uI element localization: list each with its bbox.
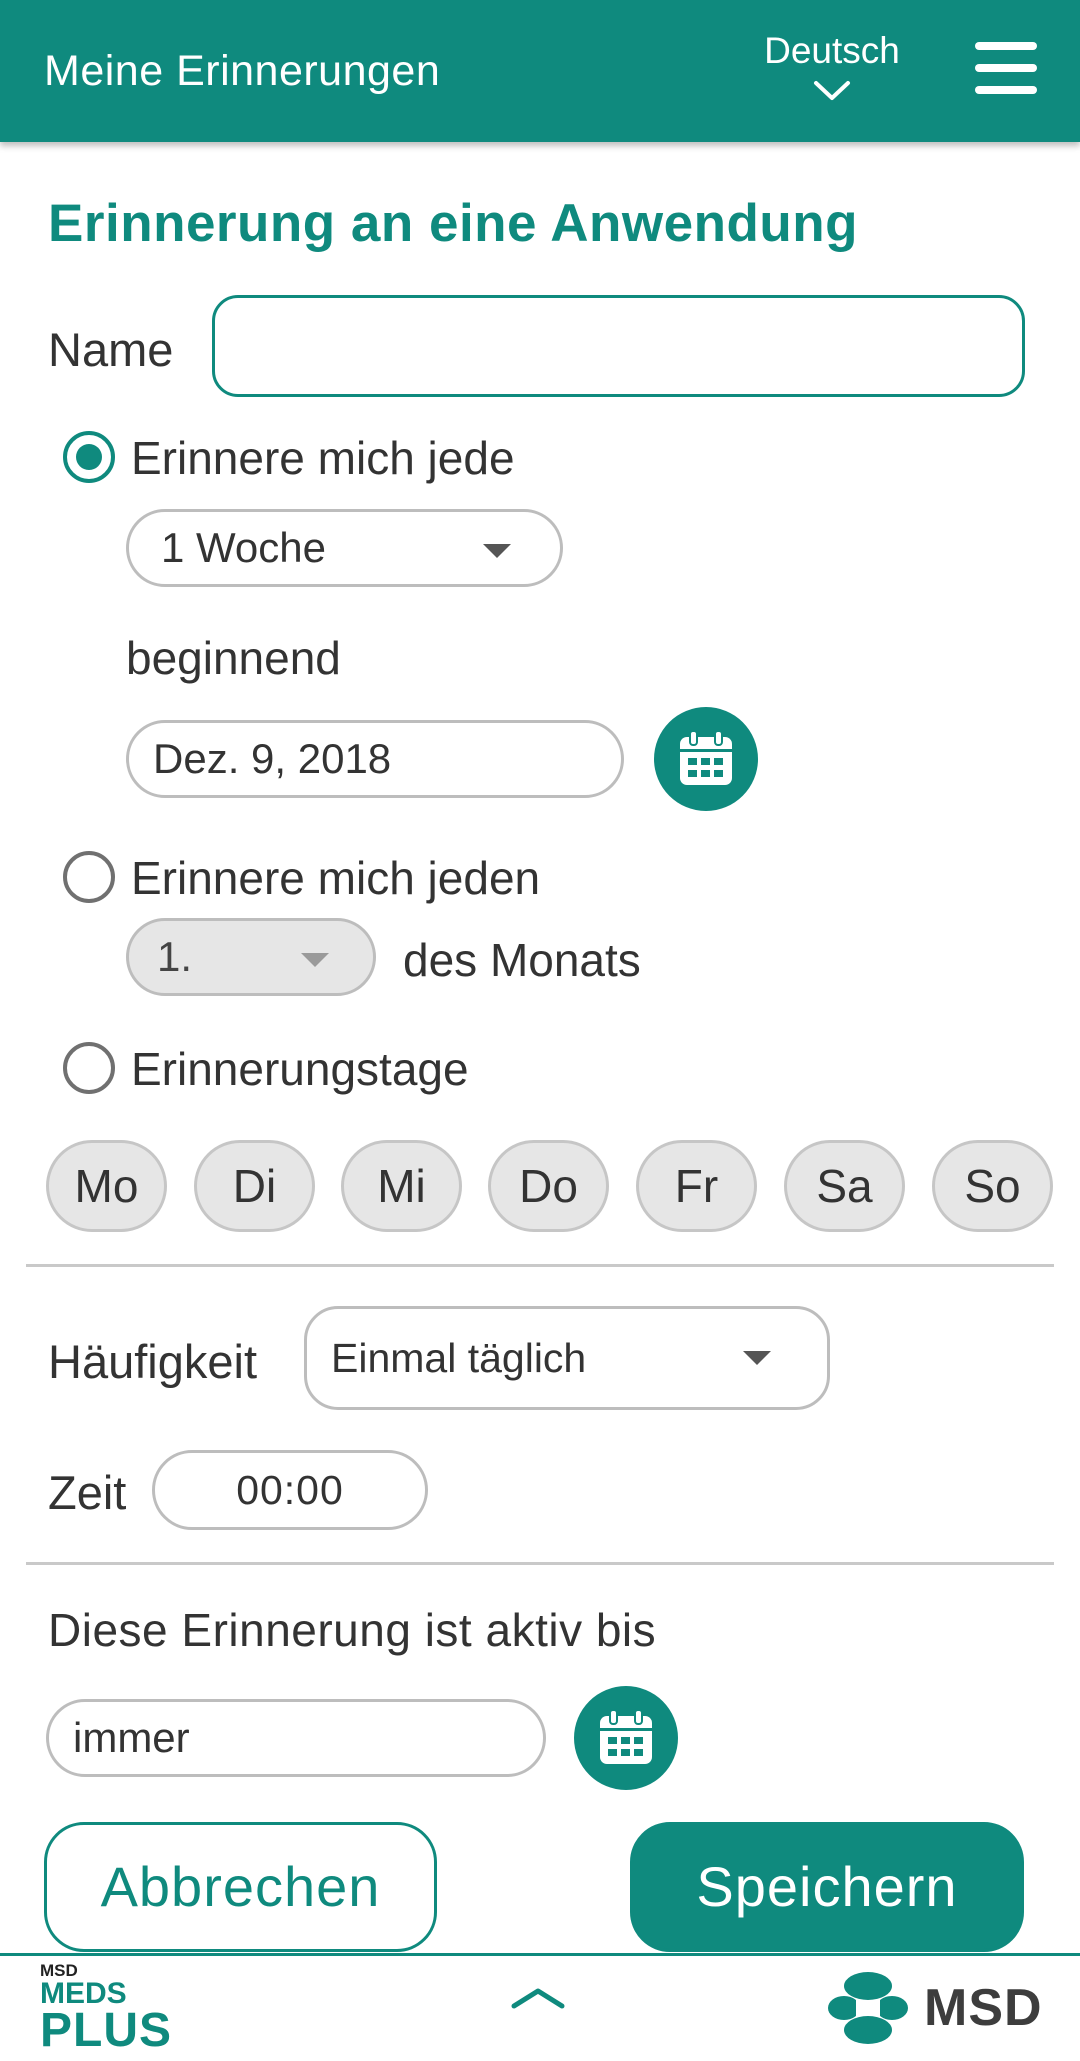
- meds-plus-logo: MSD MEDS PLUS: [40, 1962, 172, 2055]
- hamburger-menu-icon[interactable]: [975, 42, 1037, 94]
- day-chip-sa[interactable]: Sa: [784, 1140, 905, 1232]
- day-of-month-dropdown[interactable]: 1.: [126, 918, 376, 996]
- day-chip-do[interactable]: Do: [488, 1140, 609, 1232]
- name-label: Name: [48, 323, 174, 376]
- day-chip-so[interactable]: So: [932, 1140, 1053, 1232]
- radio-weekdays[interactable]: [63, 1042, 115, 1094]
- active-until-value: immer: [73, 1714, 190, 1761]
- active-until-field[interactable]: immer: [46, 1699, 546, 1777]
- time-label: Zeit: [48, 1466, 127, 1519]
- msd-logo-text: MSD: [924, 1979, 1043, 2037]
- day-chip-fr[interactable]: Fr: [636, 1140, 757, 1232]
- radio-every-interval-label: Erinnere mich jede: [131, 432, 515, 484]
- start-date-calendar-button[interactable]: [654, 707, 758, 811]
- day-chip-mo[interactable]: Mo: [46, 1140, 167, 1232]
- chevron-up-icon[interactable]: [510, 1986, 566, 2010]
- app-header: Meine Erinnerungen Deutsch: [0, 0, 1080, 142]
- msd-logo: MSD: [826, 1970, 1043, 2046]
- language-label: Deutsch: [764, 30, 900, 71]
- day-chip-di[interactable]: Di: [194, 1140, 315, 1232]
- save-button[interactable]: Speichern: [630, 1822, 1024, 1952]
- start-date-value: Dez. 9, 2018: [153, 735, 392, 782]
- radio-weekdays-label: Erinnerungstage: [131, 1043, 469, 1095]
- monthly-suffix: des Monats: [403, 934, 641, 986]
- caret-down-icon: [743, 1351, 771, 1365]
- frequency-value: Einmal täglich: [331, 1334, 587, 1381]
- frequency-label: Häufigkeit: [48, 1335, 257, 1388]
- radio-every-interval[interactable]: [63, 431, 115, 483]
- calendar-icon: [600, 1709, 652, 1764]
- caret-down-icon: [301, 953, 329, 967]
- caret-down-icon: [483, 544, 511, 558]
- active-until-label: Diese Erinnerung ist aktiv bis: [48, 1604, 657, 1656]
- divider: [26, 1264, 1054, 1267]
- calendar-icon: [680, 730, 732, 785]
- interval-dropdown[interactable]: 1 Woche: [126, 509, 563, 587]
- starting-label: beginnend: [126, 632, 341, 684]
- divider: [26, 1562, 1054, 1565]
- msd-symbol-icon: [828, 1972, 908, 2044]
- chevron-down-icon: [814, 81, 850, 100]
- interval-value: 1 Woche: [161, 524, 326, 571]
- logo-plus: PLUS: [40, 2004, 173, 2057]
- radio-monthly[interactable]: [63, 851, 115, 903]
- footer: MSD MEDS PLUS MSD: [0, 1953, 1080, 2061]
- start-date-field[interactable]: Dez. 9, 2018: [126, 720, 624, 798]
- frequency-dropdown[interactable]: Einmal täglich: [304, 1306, 830, 1410]
- end-date-calendar-button[interactable]: [574, 1686, 678, 1790]
- day-of-month-value: 1.: [157, 933, 193, 980]
- page-title: Meine Erinnerungen: [44, 47, 441, 95]
- radio-monthly-label: Erinnere mich jeden: [131, 852, 541, 904]
- time-field[interactable]: 00:00: [152, 1450, 428, 1530]
- form-heading: Erinnerung an eine Anwendung: [48, 194, 859, 253]
- language-selector[interactable]: Deutsch: [752, 30, 912, 102]
- cancel-button[interactable]: Abbrechen: [44, 1822, 437, 1952]
- weekday-chips: Mo Di Mi Do Fr Sa So: [46, 1140, 1056, 1232]
- day-chip-mi[interactable]: Mi: [341, 1140, 462, 1232]
- name-input[interactable]: [212, 295, 1025, 397]
